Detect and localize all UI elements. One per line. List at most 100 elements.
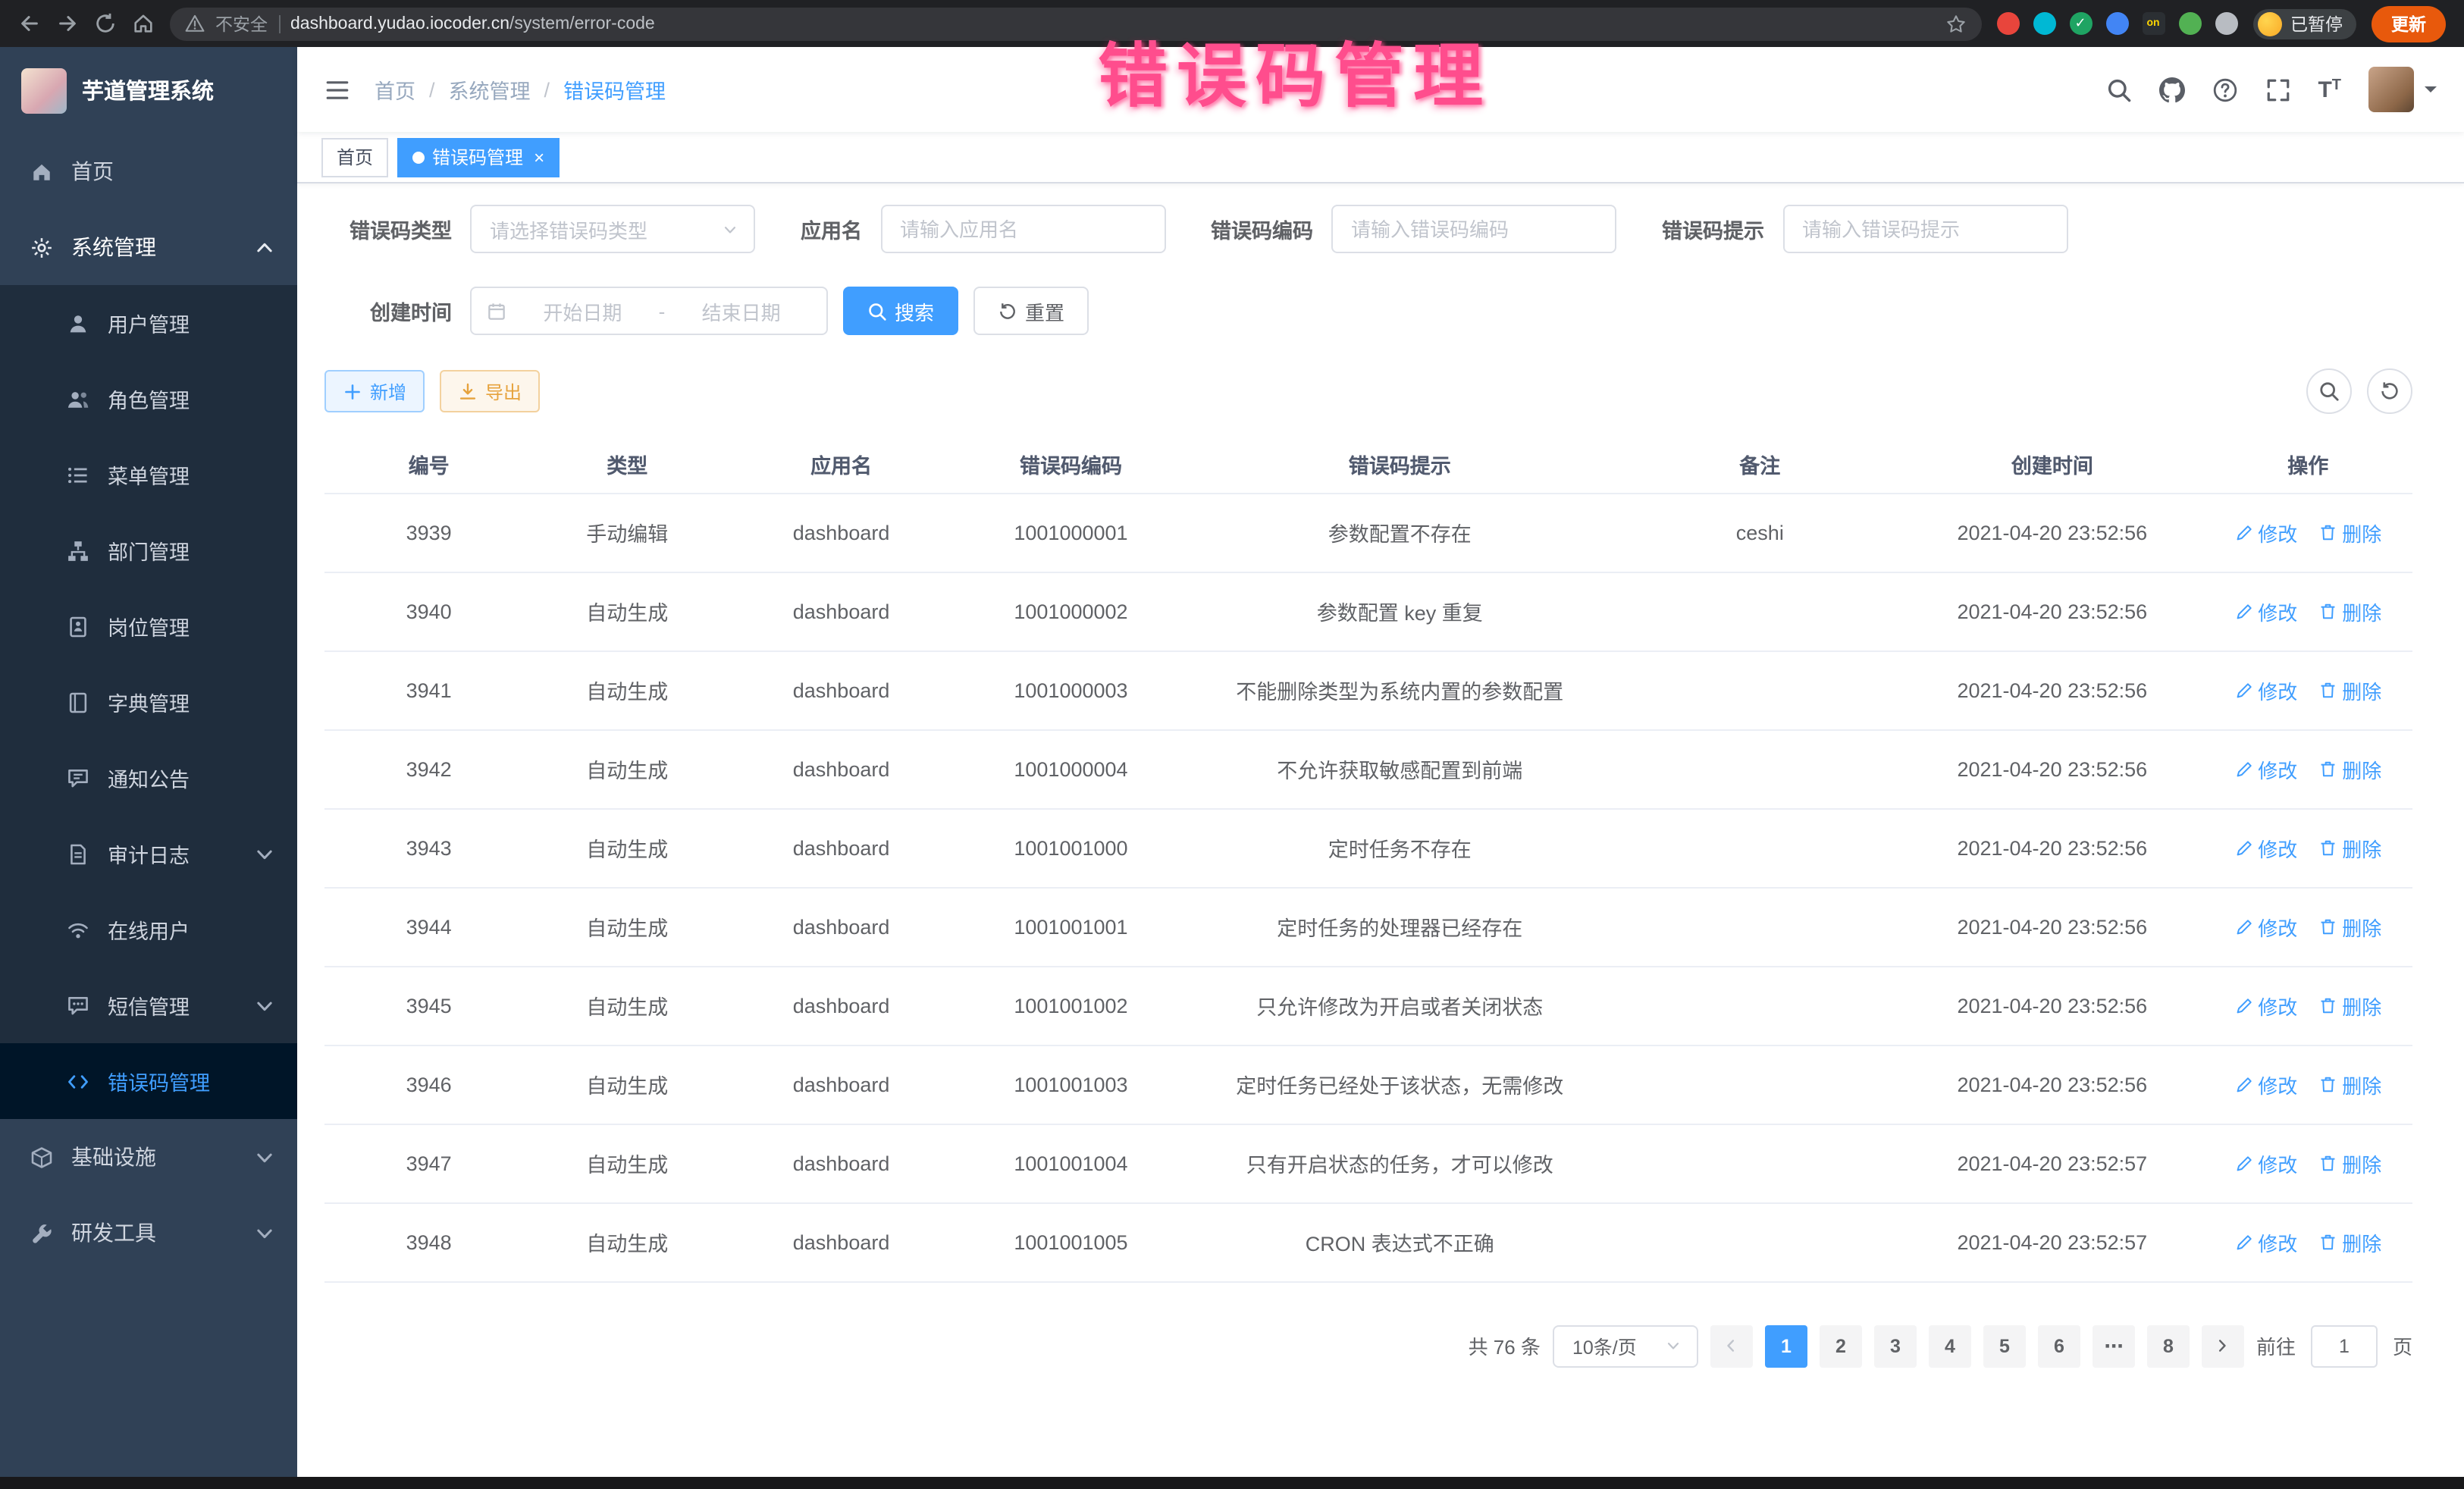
page-8-button[interactable]: 8 xyxy=(2147,1324,2190,1367)
font-size-icon[interactable]: TT xyxy=(2318,78,2341,101)
sidebar-item-online-user[interactable]: 在线用户 xyxy=(0,892,297,967)
extension-puzzle-icon[interactable] xyxy=(2215,12,2237,35)
delete-link[interactable]: 删除 xyxy=(2318,1227,2381,1256)
edit-link[interactable]: 修改 xyxy=(2234,912,2297,941)
menu-fold-icon[interactable] xyxy=(324,77,350,102)
extension-green-check-icon[interactable]: ✓ xyxy=(2069,12,2092,35)
edit-link[interactable]: 修改 xyxy=(2234,754,2297,783)
cell-actions: 修改删除 xyxy=(2204,1124,2413,1202)
browser-home-icon[interactable] xyxy=(132,12,155,35)
sidebar-item-home[interactable]: 首页 xyxy=(0,133,297,209)
cell-app: dashboard xyxy=(721,1202,961,1281)
toggle-search-button[interactable] xyxy=(2306,368,2352,414)
date-range-picker[interactable]: 开始日期 - 结束日期 xyxy=(470,287,828,335)
page-5-button[interactable]: 5 xyxy=(1983,1324,2026,1367)
reset-button[interactable]: 重置 xyxy=(973,287,1089,335)
error-code-input[interactable] xyxy=(1331,205,1616,253)
export-button[interactable]: 导出 xyxy=(440,370,540,412)
sidebar-item-menu[interactable]: 菜单管理 xyxy=(0,437,297,513)
sidebar-item-system[interactable]: 系统管理 xyxy=(0,209,297,285)
back-icon[interactable] xyxy=(18,12,41,35)
extension-on-toggle-icon[interactable]: on xyxy=(2142,12,2165,35)
tab-home[interactable]: 首页 xyxy=(321,137,388,177)
cell-created: 2021-04-20 23:52:56 xyxy=(1901,808,2203,887)
github-icon[interactable] xyxy=(2158,77,2184,102)
browser-update-button[interactable]: 更新 xyxy=(2372,5,2446,42)
page-3-button[interactable]: 3 xyxy=(1874,1324,1917,1367)
page-6-button[interactable]: 6 xyxy=(2038,1324,2080,1367)
error-type-select[interactable]: 请选择错误码类型 xyxy=(470,205,755,253)
wifi-icon xyxy=(67,918,89,941)
delete-link[interactable]: 删除 xyxy=(2318,912,2381,941)
cell-type: 自动生成 xyxy=(533,966,721,1045)
error-hint-input[interactable] xyxy=(1782,205,2067,253)
delete-link[interactable]: 删除 xyxy=(2318,754,2381,783)
page-size-select[interactable]: 10条/页 xyxy=(1553,1324,1698,1367)
search-button[interactable]: 搜索 xyxy=(843,287,958,335)
page-1-button[interactable]: 1 xyxy=(1765,1324,1807,1367)
next-page-button[interactable] xyxy=(2202,1324,2244,1367)
fullscreen-icon[interactable] xyxy=(2265,77,2290,102)
edit-link[interactable]: 修改 xyxy=(2234,1149,2297,1177)
edit-link[interactable]: 修改 xyxy=(2234,833,2297,862)
extension-green-icon[interactable] xyxy=(2178,12,2201,35)
cell-created: 2021-04-20 23:52:56 xyxy=(1901,493,2203,572)
breadcrumb-item[interactable]: 首页 xyxy=(375,74,415,105)
delete-link[interactable]: 删除 xyxy=(2318,1070,2381,1099)
sidebar-item-post[interactable]: 岗位管理 xyxy=(0,588,297,664)
more-pages-button[interactable]: ⋯ xyxy=(2093,1324,2135,1367)
delete-link[interactable]: 删除 xyxy=(2318,676,2381,704)
user-menu[interactable] xyxy=(2368,67,2437,112)
edit-link[interactable]: 修改 xyxy=(2234,1070,2297,1099)
close-tab-icon[interactable]: × xyxy=(534,148,544,166)
refresh-icon xyxy=(2379,381,2400,402)
tab-error-code[interactable]: 错误码管理× xyxy=(397,137,560,177)
delete-link[interactable]: 删除 xyxy=(2318,991,2381,1020)
cell-actions: 修改删除 xyxy=(2204,887,2413,966)
extension-blue-grid-icon[interactable] xyxy=(2105,12,2128,35)
breadcrumb-item[interactable]: 系统管理 xyxy=(449,74,531,105)
sidebar-item-sms[interactable]: 短信管理 xyxy=(0,967,297,1043)
page-content: 错误码类型 请选择错误码类型 应用名 错误码编码 xyxy=(297,183,2464,1477)
edit-link[interactable]: 修改 xyxy=(2234,991,2297,1020)
search-icon[interactable] xyxy=(2105,77,2131,102)
address-bar[interactable]: 不安全 dashboard.yudao.iocoder.cn/system/er… xyxy=(170,7,1981,40)
extension-red-icon[interactable] xyxy=(1996,12,2019,35)
sidebar-item-user[interactable]: 用户管理 xyxy=(0,285,297,361)
sidebar-item-dict[interactable]: 字典管理 xyxy=(0,664,297,740)
prev-page-button[interactable] xyxy=(1710,1324,1753,1367)
goto-page-input[interactable] xyxy=(2311,1324,2378,1367)
sidebar-item-label: 错误码管理 xyxy=(108,1066,210,1096)
add-button[interactable]: 新增 xyxy=(324,370,425,412)
edit-link[interactable]: 修改 xyxy=(2234,1227,2297,1256)
sidebar-item-notice[interactable]: 通知公告 xyxy=(0,740,297,816)
edit-link[interactable]: 修改 xyxy=(2234,518,2297,547)
bookmark-star-icon[interactable] xyxy=(1945,13,1966,34)
sidebar-item-audit-log[interactable]: 审计日志 xyxy=(0,816,297,892)
insecure-warning-icon[interactable] xyxy=(185,14,205,33)
delete-link[interactable]: 删除 xyxy=(2318,1149,2381,1177)
pagination: 共 76 条 10条/页 123456⋯8 前往 页 xyxy=(324,1324,2412,1367)
edit-link[interactable]: 修改 xyxy=(2234,597,2297,625)
cell-app: dashboard xyxy=(721,493,961,572)
delete-link[interactable]: 删除 xyxy=(2318,597,2381,625)
sidebar-item-error-code[interactable]: 错误码管理 xyxy=(0,1043,297,1119)
forward-icon[interactable] xyxy=(56,12,79,35)
reload-icon[interactable] xyxy=(94,12,117,35)
refresh-table-button[interactable] xyxy=(2367,368,2412,414)
edit-link[interactable]: 修改 xyxy=(2234,676,2297,704)
edit-label: 修改 xyxy=(2258,991,2297,1020)
profile-paused-badge[interactable]: 已暂停 xyxy=(2252,8,2356,39)
page-2-button[interactable]: 2 xyxy=(1820,1324,1862,1367)
delete-link[interactable]: 删除 xyxy=(2318,833,2381,862)
app-name-input[interactable] xyxy=(880,205,1165,253)
sidebar-item-dept[interactable]: 部门管理 xyxy=(0,513,297,588)
delete-link[interactable]: 删除 xyxy=(2318,518,2381,547)
extension-teal-icon[interactable] xyxy=(2033,12,2055,35)
page-4-button[interactable]: 4 xyxy=(1929,1324,1971,1367)
sidebar-item-role[interactable]: 角色管理 xyxy=(0,361,297,437)
help-icon[interactable] xyxy=(2212,77,2237,102)
sidebar-item-infrastructure[interactable]: 基础设施 xyxy=(0,1119,297,1195)
sidebar-item-dev-tools[interactable]: 研发工具 xyxy=(0,1195,297,1271)
app-logo[interactable]: 芋道管理系统 xyxy=(0,47,297,133)
